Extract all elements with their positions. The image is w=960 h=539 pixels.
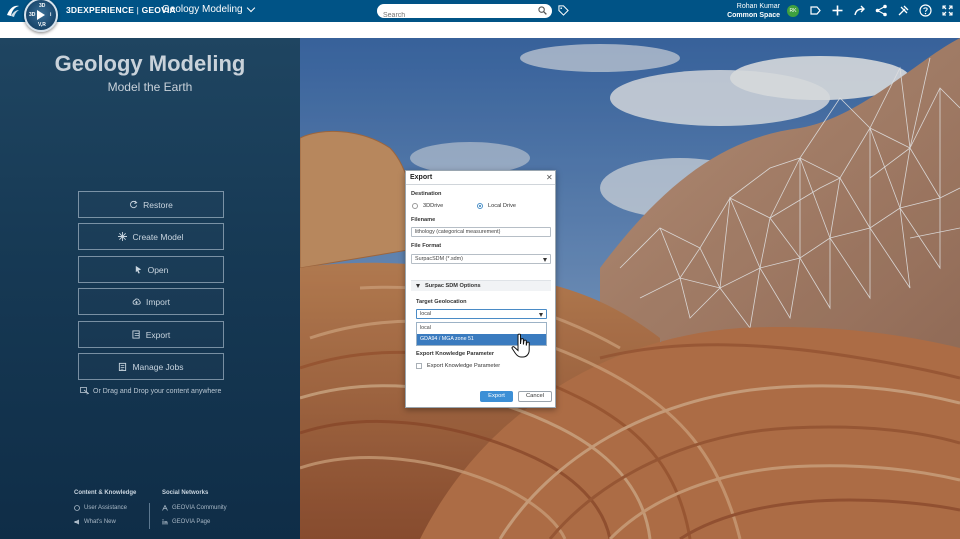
geovia-page-link[interactable]: GEOVIA Page [162,519,210,525]
whats-new-label: What's New [84,519,116,525]
radio-3ddrive[interactable] [412,203,418,209]
user-name: Rohan Kumar [736,3,780,10]
geovia-community-link[interactable]: GEOVIA Community [162,505,227,511]
top-bar: 3D 3D i V,R 3DEXPERIENCE | GEOVIA Geolog… [0,0,960,32]
user-info[interactable]: Rohan Kumar Common Space [712,2,780,20]
background-image [300,38,960,539]
linkedin-icon [162,519,168,525]
whats-new-link[interactable]: What's New [74,519,116,525]
footer-divider [149,503,150,529]
dialog-title: Export [410,174,433,181]
drag-drop-text: Or Drag and Drop your content anywhere [93,387,222,395]
open-button[interactable]: Open [78,256,224,283]
search-icon[interactable] [538,6,547,15]
sparkle-icon [118,232,128,241]
compass-west-label: 3D [29,12,36,18]
export-knowledge-checkbox[interactable] [416,363,422,369]
export-dialog: Export ✕ Destination 3DDrive Local Drive… [405,170,556,408]
fullscreen-icon[interactable] [941,4,954,17]
plus-icon[interactable] [831,4,844,17]
help-circle-icon [74,505,80,511]
restore-button[interactable]: Restore [78,191,224,218]
dassault-logo-icon[interactable] [5,3,21,19]
user-assistance-link[interactable]: User Assistance [74,505,127,511]
open-icon [135,265,141,274]
compass-south-label: V,R [38,22,46,28]
radio-local-drive[interactable] [477,203,483,209]
content-knowledge-heading: Content & Knowledge [74,490,137,496]
workspace-name: Common Space [727,12,780,19]
cancel-button[interactable]: Cancel [518,391,552,402]
file-format-value: SurpacSDM (*.sdm) [415,256,463,262]
panel-subtitle: Model the Earth [107,80,193,94]
tag-icon[interactable] [558,5,569,16]
chevron-down-icon [246,3,255,13]
import-button[interactable]: Import [78,288,224,315]
search-input[interactable] [377,8,527,23]
export-button[interactable]: Export [78,321,224,348]
sub-toolbar [0,22,960,38]
drag-drop-hint: Or Drag and Drop your content anywhere [80,387,221,395]
section-title: Surpac SDM Options [425,283,481,289]
background-overlay [300,38,960,539]
hand-cursor-icon [511,333,530,358]
caret-down-icon [543,258,547,262]
knowledge-param-label: Export Knowledge Parameter [416,351,495,357]
compass-play-icon [37,10,45,20]
geolocation-value: local [420,311,432,317]
welcome-panel: Geology Modeling Model the Earth Restore… [0,38,300,539]
compass-east-label: i [50,12,52,18]
share-arrow-icon[interactable] [853,4,866,17]
app-title: Geology Modeling [162,4,243,15]
panel-title: Geology Modeling [54,51,246,76]
geovia-community-label: GEOVIA Community [172,505,227,511]
open-label: Open [147,264,169,275]
geolocation-select[interactable]: local [416,309,547,319]
search-box [377,4,552,23]
community-icon [162,505,168,511]
dialog-title-divider [406,184,555,185]
app-title-dropdown[interactable]: Geology Modeling [162,3,255,15]
surpac-options-section[interactable]: Surpac SDM Options [411,280,551,291]
geolocation-label: Target Geolocation [416,299,467,305]
export-label: Export [145,329,171,340]
tools-icon[interactable] [897,4,910,17]
close-icon[interactable]: ✕ [546,173,553,182]
upload-icon [132,298,141,305]
compass-north-label: 3D [39,3,46,9]
manage-jobs-label: Manage Jobs [132,361,184,372]
brand-label: 3DEXPERIENCE | GEOVIA [66,5,176,15]
social-networks-heading: Social Networks [162,490,209,496]
radio-3ddrive-label: 3DDrive [423,203,444,209]
import-label: Import [145,296,171,307]
create-model-button[interactable]: Create Model [78,223,224,250]
destination-label: Destination [411,191,442,197]
create-model-label: Create Model [132,231,184,242]
megaphone-icon [74,519,79,525]
export-icon [132,330,140,339]
user-assistance-label: User Assistance [84,505,128,511]
export-confirm-button[interactable]: Export [480,391,513,402]
radio-local-drive-label: Local Drive [488,203,516,209]
file-format-select[interactable]: SurpacSDM (*.sdm) [411,254,551,264]
collapse-caret-icon [416,284,420,288]
avatar[interactable]: RK [787,5,799,17]
restore-label: Restore [143,199,173,210]
brand-separator: | [134,5,142,15]
label-icon[interactable] [809,4,822,17]
jobs-icon [119,362,127,371]
export-knowledge-checkbox-label: Export Knowledge Parameter [427,363,501,369]
drag-drop-icon [80,387,89,395]
filename-label: Filename [411,217,436,223]
help-icon[interactable] [919,4,932,17]
restore-icon [130,200,138,209]
geovia-page-label: GEOVIA Page [172,519,211,525]
file-format-label: File Format [411,243,442,249]
caret-down-icon [539,313,543,317]
manage-jobs-button[interactable]: Manage Jobs [78,353,224,380]
network-share-icon[interactable] [875,4,888,17]
filename-field[interactable]: lithology (categorical measurement) [411,227,551,237]
brand-prefix: 3DEXPERIENCE [66,5,135,15]
